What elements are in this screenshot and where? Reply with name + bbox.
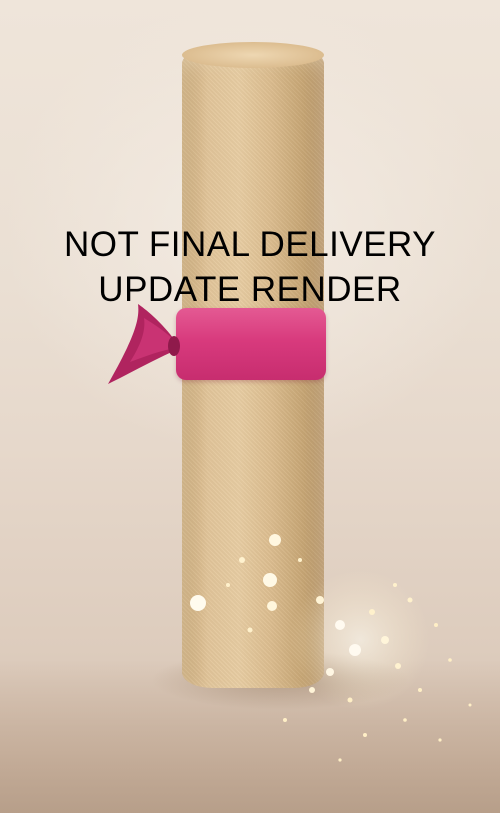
watermark-line-1: NOT FINAL DELIVERY xyxy=(63,225,437,264)
ribbon-bow xyxy=(108,304,180,384)
render-preview: NOT FINAL DELIVERY UPDATE RENDER xyxy=(0,0,500,813)
scroll-top xyxy=(182,42,324,68)
watermark-line-2: UPDATE RENDER xyxy=(98,270,402,309)
ribbon-band xyxy=(176,308,326,380)
watermark-text: NOT FINAL DELIVERY UPDATE RENDER xyxy=(0,222,500,312)
